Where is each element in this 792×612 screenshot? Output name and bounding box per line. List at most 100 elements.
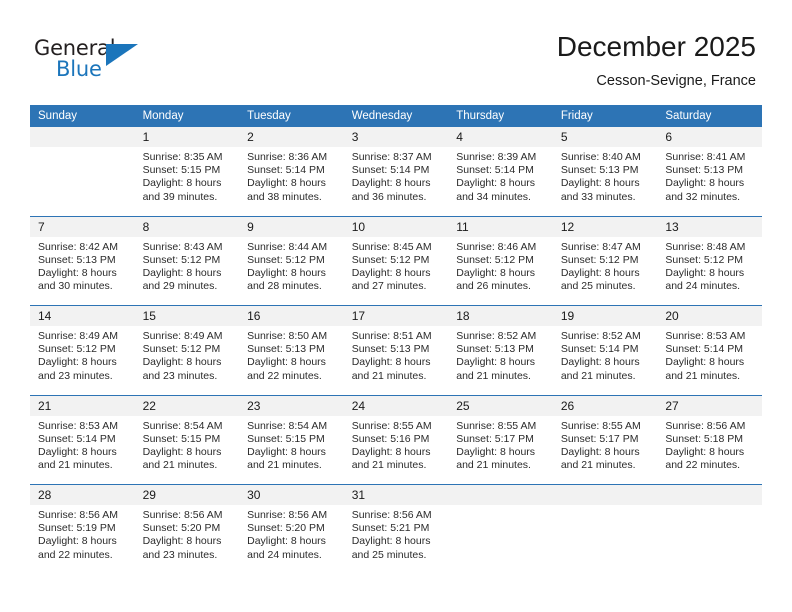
sunset-text: Sunset: 5:15 PM xyxy=(142,164,221,177)
day-number[interactable]: 13 xyxy=(657,215,762,237)
day-cell[interactable]: Sunrise: 8:55 AM Sunset: 5:16 PM Daylight:… xyxy=(343,415,449,485)
daylight-text-line1: Daylight: 8 hours xyxy=(247,266,326,279)
day-number[interactable]: 20 xyxy=(657,305,762,326)
day-number[interactable]: 19 xyxy=(552,305,658,326)
day-number[interactable]: 7 xyxy=(30,215,135,237)
day-cell[interactable]: Sunrise: 8:41 AM Sunset: 5:13 PM Daylight:… xyxy=(657,147,762,216)
sunrise-text: Sunrise: 8:49 AM xyxy=(38,330,118,342)
day-number[interactable]: 6 xyxy=(657,127,762,147)
day-cell[interactable]: Sunrise: 8:51 AM Sunset: 5:13 PM Daylight:… xyxy=(343,326,449,395)
daylight-text-line2: and 21 minutes. xyxy=(456,459,531,472)
day-cell[interactable]: Sunrise: 8:53 AM Sunset: 5:14 PM Daylight:… xyxy=(657,326,762,395)
day-cell[interactable]: Sunrise: 8:35 AM Sunset: 5:15 PM Daylight:… xyxy=(134,147,240,216)
day-cell[interactable]: Sunrise: 8:50 AM Sunset: 5:13 PM Daylight:… xyxy=(239,326,344,395)
sunset-text: Sunset: 5:12 PM xyxy=(351,253,430,266)
day-number[interactable]: 12 xyxy=(552,215,658,237)
daylight-text-line1: Daylight: 8 hours xyxy=(142,535,222,548)
day-cell[interactable]: Sunrise: 8:52 AM Sunset: 5:14 PM Daylight:… xyxy=(552,326,658,395)
sunrise-text: Sunrise: 8:48 AM xyxy=(665,240,746,253)
day-cell[interactable]: Sunrise: 8:46 AM Sunset: 5:12 PM Daylight:… xyxy=(448,236,553,306)
sunset-text: Sunset: 5:14 PM xyxy=(665,343,744,356)
day-number[interactable]: 28 xyxy=(30,484,135,505)
day-number[interactable]: 15 xyxy=(134,305,240,326)
daylight-text-line1: Daylight: 8 hours xyxy=(665,445,745,458)
day-cell[interactable]: Sunrise: 8:49 AM Sunset: 5:12 PM Daylight:… xyxy=(30,326,135,395)
daylight-text-line1: Daylight: 8 hours xyxy=(560,445,640,458)
day-number[interactable]: 8 xyxy=(134,215,240,237)
day-number[interactable]: 10 xyxy=(343,215,449,237)
daylight-text-line1: Daylight: 8 hours xyxy=(351,445,431,458)
day-number[interactable]: 14 xyxy=(30,305,135,326)
day-number[interactable]: 21 xyxy=(30,394,135,416)
day-number[interactable]: 26 xyxy=(552,394,658,416)
daylight-text-line2: and 38 minutes. xyxy=(247,190,322,203)
day-number[interactable]: 16 xyxy=(239,305,344,326)
day-number[interactable]: 25 xyxy=(448,394,553,416)
day-cell[interactable]: Sunrise: 8:52 AM Sunset: 5:13 PM Daylight:… xyxy=(448,326,553,395)
page-title: December 2025 xyxy=(556,31,756,62)
sunset-text: Sunset: 5:20 PM xyxy=(247,522,325,535)
day-cell[interactable]: Sunrise: 8:44 AM Sunset: 5:12 PM Daylight:… xyxy=(239,236,344,306)
day-cell[interactable]: Sunrise: 8:54 AM Sunset: 5:15 PM Daylight:… xyxy=(134,415,240,485)
day-cell[interactable]: Sunrise: 8:56 AM Sunset: 5:20 PM Daylight:… xyxy=(239,505,344,574)
daylight-text-line1: Daylight: 8 hours xyxy=(560,177,640,190)
day-cell[interactable]: Sunrise: 8:55 AM Sunset: 5:17 PM Daylight:… xyxy=(552,415,658,485)
daylight-text-line2: and 22 minutes. xyxy=(38,548,113,561)
day-cell[interactable]: Sunrise: 8:56 AM Sunset: 5:21 PM Daylight:… xyxy=(343,505,449,574)
sunset-text: Sunset: 5:12 PM xyxy=(142,343,221,356)
day-number[interactable]: 29 xyxy=(134,484,240,505)
day-number[interactable]: 4 xyxy=(448,127,553,147)
daylight-text-line2: and 21 minutes. xyxy=(142,459,218,472)
day-cell[interactable]: Sunrise: 8:56 AM Sunset: 5:20 PM Daylight:… xyxy=(134,505,240,574)
day-cell[interactable]: Sunrise: 8:49 AM Sunset: 5:12 PM Daylight:… xyxy=(134,326,240,395)
day-number[interactable]: 27 xyxy=(657,394,762,416)
day-cell[interactable]: Sunrise: 8:56 AM Sunset: 5:18 PM Daylight:… xyxy=(657,415,762,485)
day-cell[interactable]: Sunrise: 8:45 AM Sunset: 5:12 PM Daylight:… xyxy=(343,236,449,306)
week-detail-row: Sunrise: 8:35 AM Sunset: 5:15 PM Daylight:… xyxy=(30,147,762,216)
week-detail-row: Sunrise: 8:56 AM Sunset: 5:19 PM Daylight:… xyxy=(30,505,762,574)
day-cell[interactable]: Sunrise: 8:55 AM Sunset: 5:17 PM Daylight:… xyxy=(448,415,553,485)
day-cell[interactable]: Sunrise: 8:39 AM Sunset: 5:14 PM Daylight:… xyxy=(448,147,553,216)
day-number[interactable]: 24 xyxy=(343,394,449,416)
day-number[interactable]: 3 xyxy=(343,127,449,147)
day-cell[interactable]: Sunrise: 8:37 AM Sunset: 5:14 PM Daylight:… xyxy=(343,147,449,216)
day-number[interactable]: 18 xyxy=(448,305,553,326)
sunrise-text: Sunrise: 8:42 AM xyxy=(38,240,118,253)
daylight-text-line2: and 25 minutes. xyxy=(560,280,636,293)
daylight-text-line1: Daylight: 8 hours xyxy=(665,177,745,190)
day-cell[interactable]: Sunrise: 8:53 AM Sunset: 5:14 PM Daylight:… xyxy=(30,415,135,485)
day-number[interactable]: 31 xyxy=(343,484,449,505)
daylight-text-line2: and 21 minutes. xyxy=(247,459,322,472)
day-number[interactable]: 22 xyxy=(134,394,240,416)
day-cell-empty xyxy=(552,505,658,574)
daylight-text-line2: and 21 minutes. xyxy=(560,369,636,382)
day-number[interactable]: 9 xyxy=(239,215,344,237)
day-number[interactable]: 11 xyxy=(448,215,553,237)
day-cell[interactable]: Sunrise: 8:48 AM Sunset: 5:12 PM Daylight:… xyxy=(657,236,762,306)
day-cell[interactable]: Sunrise: 8:47 AM Sunset: 5:12 PM Daylight:… xyxy=(552,236,658,306)
day-cell[interactable]: Sunrise: 8:54 AM Sunset: 5:15 PM Daylight:… xyxy=(239,415,344,485)
day-number[interactable]: 30 xyxy=(239,484,344,505)
day-cell[interactable]: Sunrise: 8:56 AM Sunset: 5:19 PM Daylight:… xyxy=(30,505,135,574)
daylight-text-line1: Daylight: 8 hours xyxy=(665,356,745,369)
day-cell-empty xyxy=(30,147,135,216)
day-number[interactable]: 1 xyxy=(134,127,240,147)
day-number-empty xyxy=(552,484,658,505)
sunset-text: Sunset: 5:15 PM xyxy=(247,432,325,445)
day-cell[interactable]: Sunrise: 8:40 AM Sunset: 5:13 PM Daylight:… xyxy=(552,147,658,216)
day-cell[interactable]: Sunrise: 8:42 AM Sunset: 5:13 PM Daylight:… xyxy=(30,236,135,306)
daylight-text-line1: Daylight: 8 hours xyxy=(351,177,431,190)
sunset-text: Sunset: 5:14 PM xyxy=(247,164,325,177)
day-number[interactable]: 2 xyxy=(239,127,344,147)
day-cell[interactable]: Sunrise: 8:36 AM Sunset: 5:14 PM Daylight:… xyxy=(239,147,344,216)
week-daynumber-row: 14 15 16 17 18 19 20 xyxy=(30,305,762,326)
calendar-header-row-group: Sunday Monday Tuesday Wednesday Thursday… xyxy=(30,105,762,127)
sunset-text: Sunset: 5:14 PM xyxy=(560,343,639,356)
sunrise-text: Sunrise: 8:53 AM xyxy=(665,330,746,342)
day-number[interactable]: 23 xyxy=(239,394,344,416)
daylight-text-line2: and 33 minutes. xyxy=(560,190,636,203)
daylight-text-line2: and 24 minutes. xyxy=(665,280,741,293)
day-number[interactable]: 5 xyxy=(552,127,658,147)
day-cell[interactable]: Sunrise: 8:43 AM Sunset: 5:12 PM Daylight:… xyxy=(134,236,240,306)
day-number[interactable]: 17 xyxy=(343,305,449,326)
